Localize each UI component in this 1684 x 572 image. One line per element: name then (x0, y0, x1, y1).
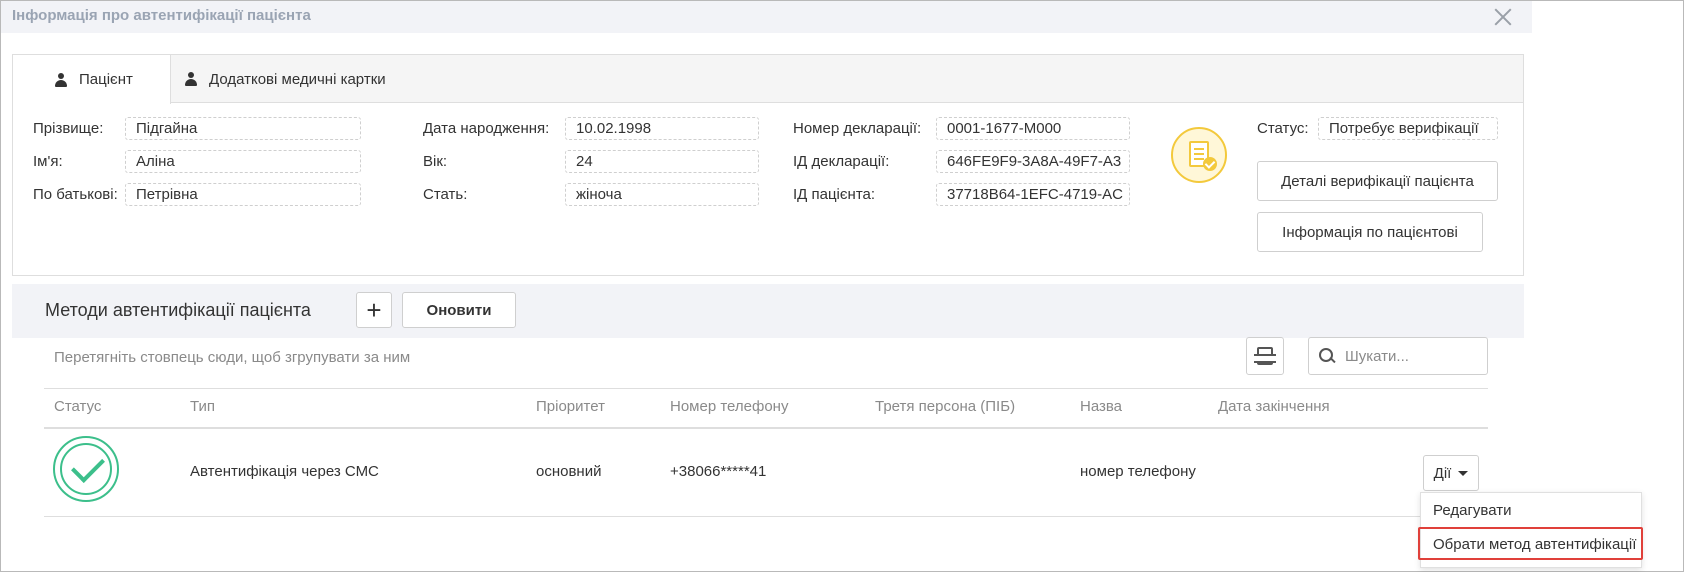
column-header-third-person[interactable]: Третя персона (ПІБ) (875, 398, 1015, 415)
add-method-button[interactable]: + (356, 292, 392, 328)
cell-name: номер телефону (1080, 463, 1196, 480)
tab-bar: Пацієнт Додаткові медичні картки (13, 55, 1523, 104)
search-icon (1319, 348, 1335, 364)
sex-field: жіноча (565, 183, 759, 206)
cell-type: Автентифікація через СМС (190, 463, 379, 480)
actions-label: Дії (1433, 464, 1452, 482)
menu-item-edit[interactable]: Редагувати (1433, 502, 1512, 519)
tab-label: Додаткові медичні картки (209, 70, 386, 88)
close-icon[interactable] (1492, 6, 1514, 28)
tab-label: Пацієнт (79, 71, 133, 88)
sex-label: Стать: (423, 186, 468, 203)
tab-additional-cards[interactable]: Додаткові медичні картки (183, 55, 386, 103)
verification-certificate-icon (1171, 127, 1227, 183)
person-icon (55, 72, 67, 87)
age-label: Вік: (423, 153, 448, 170)
cell-priority: основний (536, 463, 602, 480)
declaration-id-field: 646FE9F9-3A8A-49F7-A3 (936, 150, 1130, 173)
status-verified-icon (53, 436, 119, 502)
column-header-end-date[interactable]: Дата закінчення (1218, 398, 1330, 415)
refresh-button[interactable]: Оновити (402, 292, 516, 328)
patronymic-label: По батькові: (33, 186, 118, 203)
patronymic-field: Петрівна (125, 183, 361, 206)
caret-down-icon (1458, 470, 1469, 476)
declaration-id-label: ІД декларації: (793, 153, 890, 170)
birth-date-label: Дата народження: (423, 120, 550, 137)
modal-title: Інформація про автентифікації пацієнта (12, 7, 311, 24)
patient-id-field: 37718B64-1EFC-4719-AC (936, 183, 1130, 206)
column-header-name[interactable]: Назва (1080, 398, 1122, 415)
tab-patient[interactable]: Пацієнт (13, 55, 171, 104)
grid-header-divider (44, 427, 1488, 429)
search-input[interactable] (1345, 347, 1475, 365)
row-divider (44, 516, 1488, 517)
age-field: 24 (565, 150, 759, 173)
column-header-type[interactable]: Тип (190, 398, 215, 415)
methods-title: Методи автентифікації пацієнта (45, 300, 311, 320)
column-header-status[interactable]: Статус (54, 398, 101, 415)
patient-info-button[interactable]: Інформація по пацієнтові (1257, 212, 1483, 252)
birth-date-field: 10.02.1998 (565, 117, 759, 140)
search-box[interactable] (1308, 337, 1488, 375)
modal-header: Інформація про автентифікації пацієнта (1, 1, 1532, 33)
name-field: Аліна (125, 150, 361, 173)
group-panel-hint: Перетягніть стовпець сюди, щоб згрупуват… (54, 349, 411, 366)
name-label: Ім'я: (33, 153, 63, 170)
column-header-phone[interactable]: Номер телефону (670, 398, 788, 415)
column-header-priority[interactable]: Пріоритет (536, 398, 605, 415)
person-icon (185, 72, 197, 86)
declaration-number-field: 0001-1677-M000 (936, 117, 1130, 140)
actions-dropdown-button[interactable]: Дії (1423, 455, 1479, 491)
cell-phone: +38066*****41 (670, 463, 767, 480)
declaration-number-label: Номер декларації: (793, 120, 922, 137)
export-xlsx-button[interactable] (1246, 337, 1284, 375)
surname-field: Підгайна (125, 117, 361, 140)
status-field: Потребує верифікації (1318, 117, 1498, 140)
xlsx-icon (1254, 347, 1276, 365)
status-label: Статус: (1257, 120, 1309, 137)
verification-details-button[interactable]: Деталі верифікації пацієнта (1257, 161, 1498, 201)
highlight-box (1418, 527, 1643, 560)
grid-divider (44, 388, 1488, 389)
surname-label: Прізвище: (33, 120, 104, 137)
methods-header: Методи автентифікації пацієнта (12, 284, 1524, 338)
patient-id-label: ІД пацієнта: (793, 186, 876, 203)
